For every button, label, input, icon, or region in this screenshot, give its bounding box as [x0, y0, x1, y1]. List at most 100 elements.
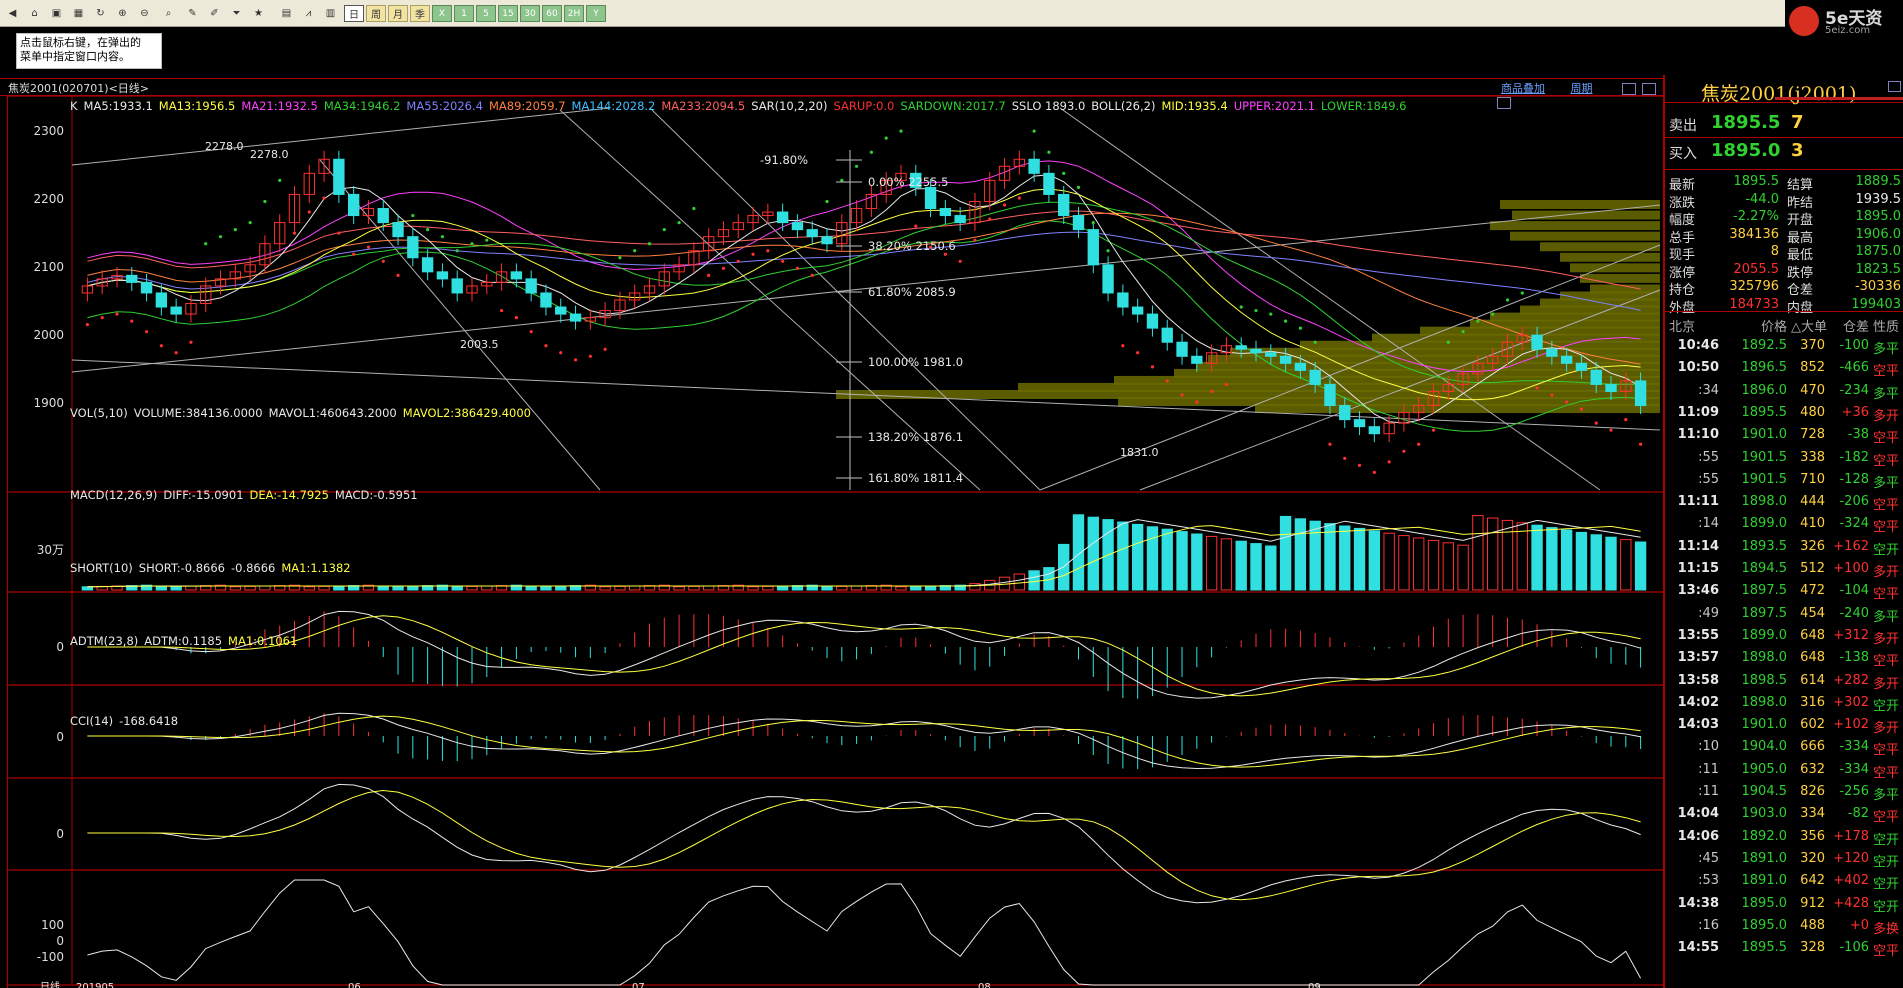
sar-dot [278, 178, 282, 182]
candle-body [421, 257, 434, 273]
ma-items-item: SAR(10,2,20) [751, 99, 828, 113]
sar-dot [1372, 470, 1376, 475]
volume-bar [481, 585, 493, 591]
volume-bar [673, 586, 685, 591]
sar-dot [573, 358, 578, 362]
ma55-line [87, 231, 1641, 311]
sar-dot [1283, 319, 1288, 323]
sar-dot [766, 249, 770, 253]
tick-price: 1901.5 [1741, 471, 1788, 487]
tick-time: 10:50 [1677, 360, 1719, 376]
volume-bar [1413, 537, 1425, 591]
sar-dot [692, 206, 696, 211]
candle-body [155, 292, 168, 308]
tick-price: 1903.0 [1741, 806, 1788, 822]
tick-row: 11:09 1895.5 480 +36 多开 [1665, 404, 1903, 424]
tick-nature: 多开 [1873, 721, 1900, 737]
quote-value: 184733 [1729, 296, 1779, 312]
quote-label: 幅度 [1669, 213, 1696, 228]
tick-volume: 410 [1800, 516, 1825, 532]
sar-dot [514, 315, 518, 320]
volume-bar [762, 585, 774, 591]
logo-url: 5eiz.com [1825, 25, 1871, 36]
tick-row: :11 1905.0 632 -334 空平 [1665, 761, 1903, 781]
tick-nature: 空开 [1873, 854, 1900, 870]
sar-dot [1357, 463, 1362, 467]
tick-diff: +312 [1833, 627, 1869, 643]
tick-row: :10 1904.0 666 -334 空平 [1665, 739, 1903, 758]
tick-nature: 空开 [1873, 832, 1900, 848]
candle-body [1560, 355, 1573, 364]
sar-dot [588, 354, 592, 358]
ma-legend: K MA5:1933.1 MA13:1956.5 MA21:1932.5 MA34:19… [70, 99, 1412, 113]
macd-zero-label: 0 [56, 640, 64, 654]
sell-label: 卖出 [1669, 118, 1697, 134]
tick-price: 1901.0 [1741, 717, 1788, 733]
tick-nature: 多平 [1873, 342, 1900, 357]
volume-bar [451, 586, 463, 591]
tick-diff: -334 [1839, 761, 1869, 777]
tick-diff: -240 [1839, 605, 1869, 621]
tick-time: 11:14 [1677, 538, 1719, 554]
x-axis-label: 201905 [76, 982, 114, 988]
volume-bar [599, 586, 611, 591]
tick-time: 13:58 [1677, 672, 1719, 688]
sar-dot [1461, 330, 1465, 334]
sar-dot [958, 259, 962, 263]
tick-time: :16 [1698, 917, 1719, 933]
tick-price: 1897.5 [1741, 583, 1788, 599]
low-label: 2003.5 [460, 338, 499, 351]
tick-nature: 空开 [1873, 899, 1900, 915]
ma-items-item: MA21:1932.5 [241, 99, 318, 113]
tick-price: 1895.0 [1741, 895, 1788, 911]
tick-time: :45 [1698, 850, 1719, 866]
candle-body [1575, 362, 1588, 371]
tick-diff: +302 [1833, 694, 1869, 710]
ticks-header-nature: 性质 [1873, 320, 1900, 335]
quote-value: 1895.5 [1733, 174, 1780, 189]
volume-bar [969, 583, 981, 591]
volume-bar [1250, 543, 1262, 591]
ma-items-item: MA34:1946.2 [323, 99, 401, 113]
quote-value: 8 [1770, 244, 1779, 259]
tick-row: 14:02 1898.0 316 +302 空开 [1665, 694, 1903, 714]
volume-bar [1501, 519, 1514, 591]
panel-toggle-icon[interactable] [1888, 81, 1901, 92]
fib-label: 138.20% 1876.1 [868, 430, 963, 444]
tick-diff: +36 [1841, 404, 1869, 420]
tick-nature: 多开 [1873, 631, 1900, 647]
tick-volume: 320 [1800, 850, 1825, 866]
tick-time: :55 [1698, 449, 1719, 465]
candle-body [1102, 264, 1114, 294]
ma-items-item: MA13:1956.5 [158, 99, 236, 113]
tick-time: :11 [1698, 784, 1719, 799]
candle-body [392, 222, 404, 238]
tick-time: 10:46 [1677, 338, 1719, 353]
ma-items-item: SARUP:0.0 [833, 99, 895, 113]
tick-nature: 空平 [1873, 654, 1900, 670]
tick-row: 10:50 1896.5 852 -466 空平 [1665, 360, 1903, 379]
sar-dot [559, 351, 563, 355]
quote-label: 总手 [1669, 230, 1696, 246]
sar-dot [292, 231, 297, 235]
vol-label-item: MAVOL1:460643.2000 [268, 406, 397, 420]
sell-row: 卖出 1895.5 7 [1665, 112, 1903, 137]
quote-row: 幅度 -2.27% 开盘 1895.0 [1665, 209, 1903, 228]
volume-profile-bar [1570, 263, 1660, 273]
sar-dot [736, 259, 740, 263]
tick-time: 13:57 [1677, 650, 1719, 666]
quote-label: 涨跌 [1669, 195, 1696, 211]
sar-dot [411, 213, 415, 218]
volume-bar [1472, 515, 1484, 591]
volume-bar [924, 585, 937, 591]
volume-bar [303, 586, 315, 591]
sar-dot [810, 273, 814, 277]
quote-value: 384136 [1729, 226, 1779, 242]
sar-dot [218, 235, 223, 239]
buy-label: 买入 [1669, 146, 1697, 162]
sar-dot [825, 199, 829, 204]
sar-dot [470, 242, 474, 246]
tick-price: 1896.0 [1741, 382, 1788, 398]
volume-bar [81, 586, 94, 591]
volume-bar [1353, 527, 1366, 591]
